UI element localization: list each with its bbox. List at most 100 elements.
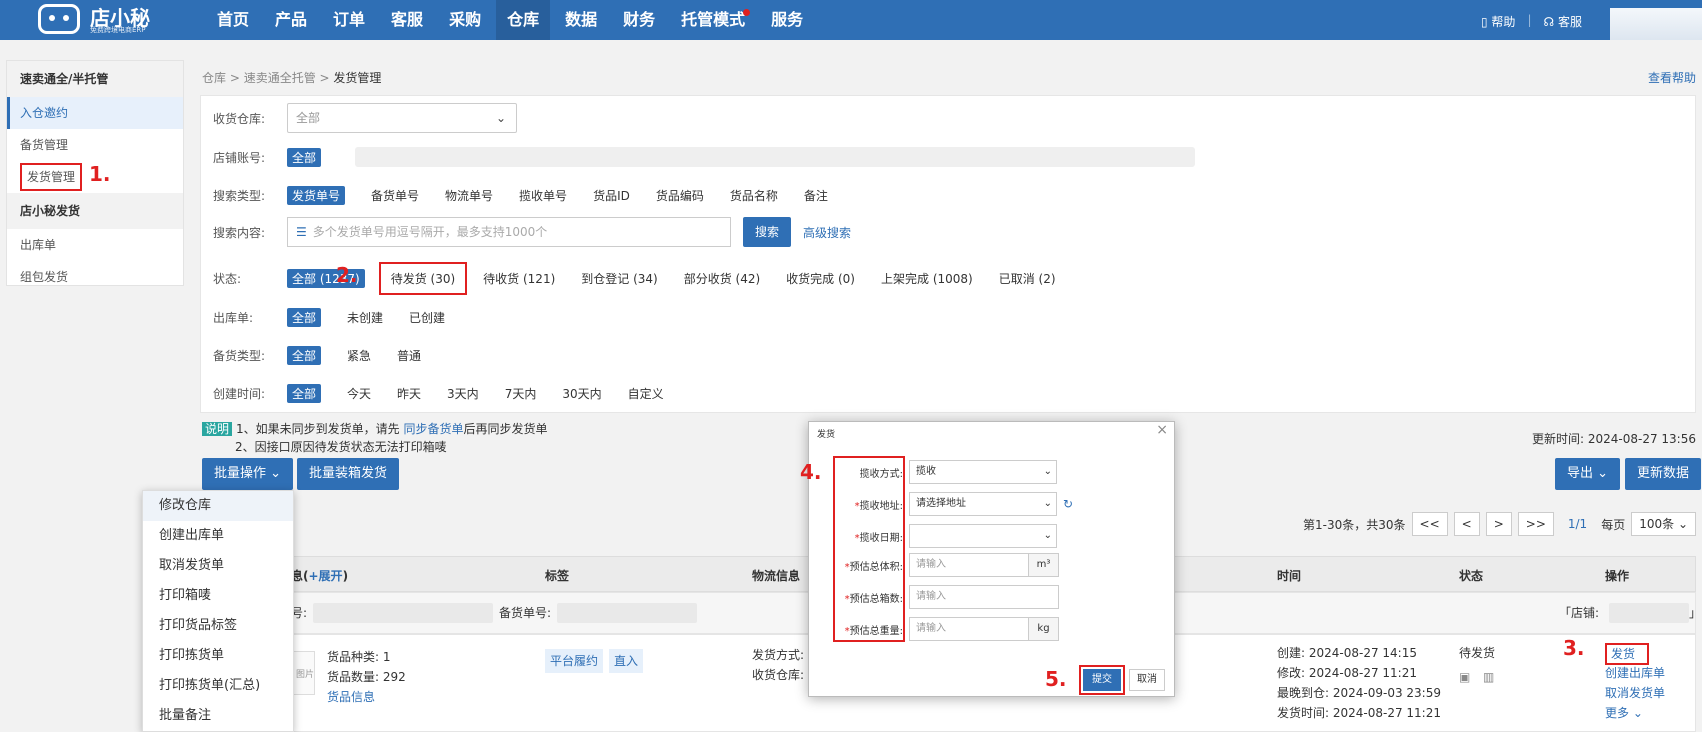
filter-outbound: 出库单: 全部 未创建 已创建 [213, 303, 471, 331]
search-type-option[interactable]: 货品编码 [656, 187, 704, 204]
cancel-button[interactable]: 取消 [1129, 669, 1165, 691]
user-account-area[interactable] [1610, 8, 1702, 40]
menu-item-cancel-shipment[interactable]: 取消发货单 [143, 551, 293, 581]
status-option[interactable]: 上架完成 (1008) [881, 270, 973, 287]
next-page-button[interactable]: > [1485, 512, 1512, 536]
created-option[interactable]: 全部 [287, 383, 322, 403]
batch-pack-ship-button[interactable]: 批量装箱发货 [297, 458, 400, 490]
nav-customer-service[interactable]: 客服 [380, 0, 434, 40]
nav-home[interactable]: 首页 [206, 0, 260, 40]
tag-direct: 直入 [609, 649, 644, 673]
outbound-option[interactable]: 全部 [287, 307, 322, 327]
pickup-method-select[interactable]: 揽收 ⌄ [909, 460, 1057, 484]
created-option[interactable]: 今天 [347, 385, 371, 402]
created-option[interactable]: 自定义 [628, 385, 664, 402]
created-option[interactable]: 3天内 [447, 385, 479, 402]
nav-warehouse[interactable]: 仓库 [496, 0, 551, 40]
view-help-link[interactable]: 查看帮助 [1648, 69, 1696, 86]
expand-link[interactable]: +展开 [309, 569, 343, 583]
export-button[interactable]: 导出 ⌄ [1555, 458, 1621, 490]
ship-action-link[interactable]: 发货 [1605, 643, 1650, 665]
field-label: *预估总体积: [844, 561, 903, 573]
sidebar-item-label: 发货管理 [20, 163, 83, 191]
create-outbound-link[interactable]: 创建出库单 [1605, 663, 1665, 683]
barcode-icon[interactable]: ▥ [1483, 667, 1494, 687]
close-icon[interactable]: × [1156, 422, 1168, 438]
nav-managed-mode[interactable]: 托管模式 [670, 0, 756, 40]
breadcrumb-aliexpress[interactable]: 速卖通全托管 [244, 71, 316, 85]
menu-item-print-pick-list[interactable]: 打印拣货单 [143, 641, 293, 671]
breadcrumb-warehouse[interactable]: 仓库 [202, 71, 226, 85]
search-type-option[interactable]: 备货单号 [371, 187, 419, 204]
sidebar-item-inbound-invite[interactable]: 入仓邀约 [7, 97, 183, 129]
created-option[interactable]: 7天内 [505, 385, 537, 402]
sidebar-item-outbound-orders[interactable]: 出库单 [7, 229, 183, 261]
batch-operations-button[interactable]: 批量操作 ⌄ [202, 458, 294, 490]
help-link-top[interactable]: ▯ 帮助 [1481, 13, 1515, 30]
search-button[interactable]: 搜索 [743, 217, 792, 247]
status-option[interactable]: 到仓登记 (34) [581, 270, 657, 287]
menu-item-batch-note[interactable]: 批量备注 [143, 701, 293, 731]
submit-button[interactable]: 提交 [1083, 669, 1121, 691]
search-type-option[interactable]: 揽收单号 [519, 187, 567, 204]
boxes-input[interactable]: 请输入 [909, 585, 1059, 609]
status-option[interactable]: 已取消 (2) [999, 270, 1056, 287]
pickup-date-select[interactable]: ⌄ [909, 524, 1057, 548]
search-type-option[interactable]: 发货单号 [287, 185, 346, 205]
search-type-option[interactable]: 货品名称 [730, 187, 778, 204]
stock-type-option[interactable]: 普通 [397, 347, 421, 364]
status-option-pending-ship[interactable]: 待发货 (30) [378, 261, 468, 295]
update-data-button[interactable]: 更新数据 [1625, 458, 1702, 490]
per-page-select[interactable]: 100条 ⌄ [1631, 512, 1696, 536]
menu-item-print-goods-label[interactable]: 打印货品标签 [143, 611, 293, 641]
advanced-search-link[interactable]: 高级搜索 [803, 224, 851, 241]
search-type-option[interactable]: 物流单号 [445, 187, 493, 204]
sidebar-item-stock-management[interactable]: 备货管理 [7, 129, 183, 161]
stock-type-option[interactable]: 全部 [287, 345, 322, 365]
stock-type-option[interactable]: 紧急 [347, 347, 371, 364]
status-option[interactable]: 部分收货 (42) [684, 270, 760, 287]
goods-info-link[interactable]: 货品信息 [327, 687, 375, 707]
last-page-button[interactable]: >> [1517, 512, 1554, 536]
store-option-all[interactable]: 全部 [287, 147, 322, 167]
status-option[interactable]: 待收货 (121) [483, 270, 555, 287]
created-option[interactable]: 30天内 [562, 385, 601, 402]
service-link-top[interactable]: ☊ 客服 [1543, 13, 1582, 30]
refresh-icon[interactable]: ↻ [1063, 497, 1073, 511]
menu-item-create-outbound[interactable]: 创建出库单 [143, 521, 293, 551]
time-latest-arrival: 最晚到仓: 2024-09-03 23:59 [1277, 686, 1441, 700]
sidebar-item-pack-ship[interactable]: 组包发货 [7, 261, 183, 293]
more-actions-link[interactable]: 更多 ⌄ [1605, 703, 1643, 723]
created-option[interactable]: 昨天 [397, 385, 421, 402]
menu-item-print-pick-summary[interactable]: 打印拣货单(汇总) [143, 671, 293, 701]
sidebar-group-aliexpress: 速卖通全/半托管 [7, 61, 183, 97]
search-type-option[interactable]: 货品ID [593, 187, 630, 204]
sync-stock-orders-link[interactable]: 同步备货单 [403, 422, 463, 436]
prev-page-button[interactable]: < [1453, 512, 1480, 536]
first-page-button[interactable]: << [1411, 512, 1448, 536]
nav-purchase[interactable]: 采购 [438, 0, 492, 40]
app-logo[interactable]: 店小秘 免费跨境电商ERP [38, 2, 156, 36]
outbound-option[interactable]: 未创建 [347, 309, 383, 326]
nav-orders[interactable]: 订单 [322, 0, 376, 40]
col-tags: 标签 [545, 569, 570, 583]
nav-finance[interactable]: 财务 [612, 0, 666, 40]
volume-input[interactable]: 请输入 [909, 553, 1029, 577]
outbound-option[interactable]: 已创建 [409, 309, 445, 326]
nav-data[interactable]: 数据 [554, 0, 608, 40]
menu-item-change-warehouse[interactable]: 修改仓库 [143, 491, 293, 521]
warehouse-select[interactable]: 全部 ⌄ [287, 103, 517, 133]
filter-label: 搜索类型: [213, 188, 266, 203]
search-type-option[interactable]: 备注 [804, 187, 828, 204]
search-input[interactable]: ☰ 多个发货单号用逗号隔开，最多支持1000个 [287, 217, 731, 247]
nav-products[interactable]: 产品 [264, 0, 318, 40]
chevron-down-icon: ⌄ [495, 111, 506, 125]
nav-services[interactable]: 服务 [760, 0, 814, 40]
pickup-address-select[interactable]: 请选择地址 ⌄ [909, 492, 1057, 516]
product-thumbnail[interactable]: 图片 [291, 651, 315, 695]
weight-input[interactable]: 请输入 [909, 617, 1029, 641]
cancel-shipment-link[interactable]: 取消发货单 [1605, 683, 1665, 703]
menu-item-print-box-label[interactable]: 打印箱唛 [143, 581, 293, 611]
copy-icon[interactable]: ▣ [1459, 667, 1470, 687]
status-option[interactable]: 收货完成 (0) [786, 270, 855, 287]
